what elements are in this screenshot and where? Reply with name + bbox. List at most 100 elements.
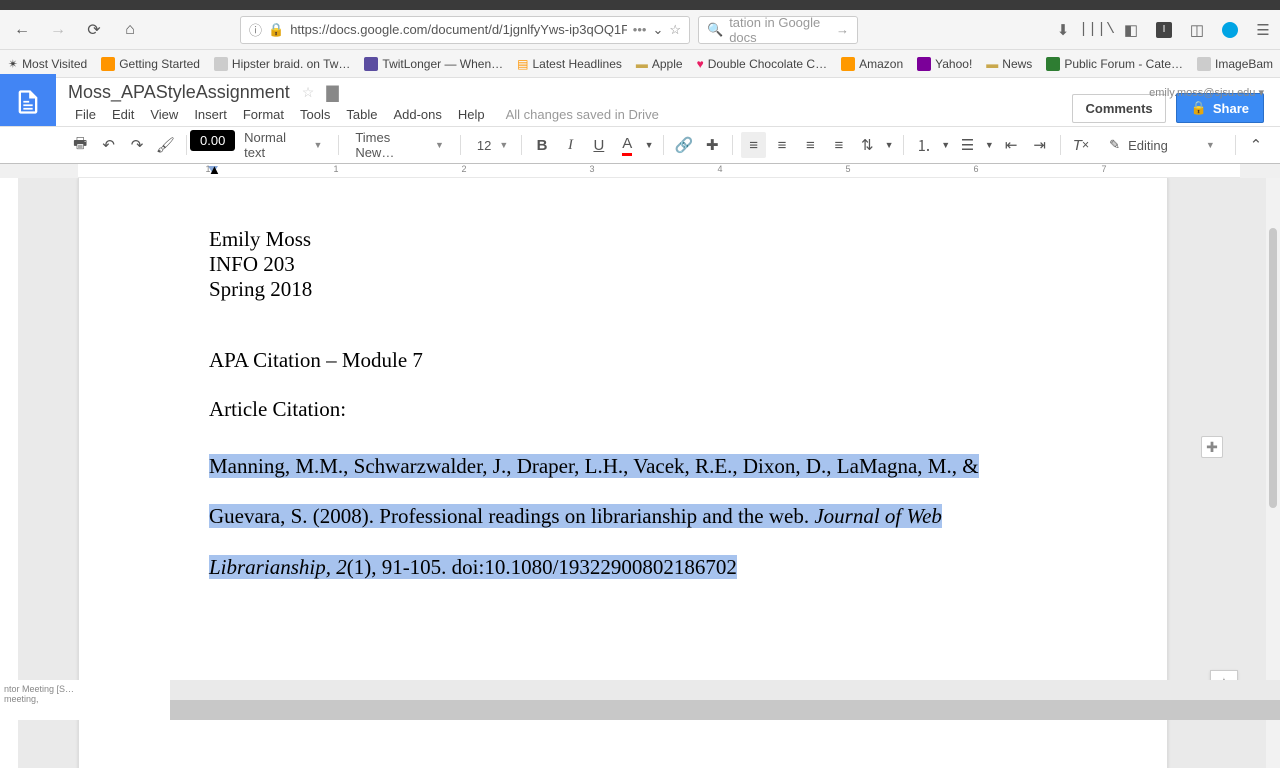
increase-indent-icon[interactable]: ⇥ bbox=[1027, 132, 1051, 158]
bookmark-item[interactable]: Hipster braid. on Tw… bbox=[214, 57, 351, 71]
ruler-mark: 1 bbox=[205, 164, 210, 174]
bookmark-item[interactable]: Getting Started bbox=[101, 57, 200, 71]
align-center-icon[interactable]: ≡ bbox=[770, 132, 794, 158]
docs-logo[interactable] bbox=[0, 74, 56, 130]
menu-addons[interactable]: Add-ons bbox=[386, 105, 448, 124]
text-line[interactable]: INFO 203 bbox=[209, 253, 1037, 276]
arrow-right-icon: → bbox=[836, 22, 849, 37]
ruler-mark: 2 bbox=[461, 164, 466, 174]
folder-icon[interactable]: ▇ bbox=[326, 83, 338, 103]
print-icon[interactable]: 🖶 bbox=[68, 132, 92, 158]
ellipsis-icon[interactable]: ••• bbox=[633, 22, 647, 37]
bookmark-item[interactable]: ♥Double Chocolate C… bbox=[697, 57, 828, 71]
onepassword-icon[interactable]: I bbox=[1156, 22, 1172, 38]
extension-icon[interactable] bbox=[1222, 22, 1238, 38]
comment-icon[interactable]: ✚ bbox=[700, 132, 724, 158]
add-comment-button[interactable]: ✚ bbox=[1201, 436, 1223, 458]
menu-view[interactable]: View bbox=[143, 105, 185, 124]
bulleted-list-icon[interactable]: ☰ bbox=[955, 132, 979, 158]
bookmark-item[interactable]: Public Forum - Cate… bbox=[1046, 57, 1183, 71]
download-icon[interactable]: ⬇ bbox=[1054, 21, 1072, 39]
caret-down-icon[interactable]: ▼ bbox=[984, 132, 995, 158]
menu-insert[interactable]: Insert bbox=[187, 105, 234, 124]
heart-icon: ♥ bbox=[697, 57, 704, 71]
italic-icon[interactable]: I bbox=[558, 132, 582, 158]
clear-formatting-icon[interactable]: T× bbox=[1069, 132, 1093, 158]
docs-header: Moss_APAStyleAssignment ☆ ▇ File Edit Vi… bbox=[0, 78, 1280, 126]
menu-icon[interactable]: ☰ bbox=[1254, 21, 1272, 39]
reload-button[interactable]: ⟳ bbox=[80, 16, 108, 44]
text-line[interactable]: Emily Moss bbox=[209, 228, 1037, 251]
bookmark-item[interactable]: ▬News bbox=[986, 57, 1032, 71]
url-bar[interactable]: ⓘ 🔒 https://docs.google.com/document/d/1… bbox=[240, 16, 690, 44]
text-subheading[interactable]: Article Citation: bbox=[209, 398, 1037, 421]
pocket-icon[interactable]: ⌄ bbox=[652, 22, 663, 38]
selected-text[interactable]: Librarianship, 2(1), 91-105. doi:10.1080… bbox=[209, 555, 737, 579]
ruler[interactable]: 1 1 2 3 4 5 6 7 bbox=[78, 164, 1240, 178]
library-icon[interactable]: |||\ bbox=[1088, 21, 1106, 39]
user-email[interactable]: emily.moss@sjsu.edu ▾ bbox=[1149, 86, 1264, 99]
search-box[interactable]: 🔍 tation in Google docs → bbox=[698, 16, 858, 44]
selected-text[interactable]: Guevara, S. (2008). Professional reading… bbox=[209, 504, 942, 528]
document-title[interactable]: Moss_APAStyleAssignment bbox=[68, 82, 290, 103]
line-spacing-icon[interactable]: ⇅ bbox=[855, 132, 879, 158]
forward-button[interactable]: → bbox=[44, 16, 72, 44]
editing-mode-dropdown[interactable]: ✎ Editing ▼ bbox=[1097, 132, 1227, 158]
align-left-icon[interactable]: ≡ bbox=[741, 132, 765, 158]
bookmark-item[interactable]: TwitLonger — When… bbox=[364, 57, 503, 71]
paragraph-style-dropdown[interactable]: Normal text▼ bbox=[236, 132, 330, 158]
paint-format-icon[interactable]: 🖌 bbox=[153, 132, 177, 158]
star-icon[interactable]: ☆ bbox=[669, 22, 681, 38]
favicon bbox=[1046, 57, 1060, 71]
underline-icon[interactable]: U bbox=[587, 132, 611, 158]
amazon-icon bbox=[841, 57, 855, 71]
search-icon: 🔍 bbox=[707, 22, 723, 38]
ruler-mark: 7 bbox=[1101, 164, 1106, 174]
window-icon[interactable]: ◫ bbox=[1188, 21, 1206, 39]
caret-down-icon[interactable]: ▼ bbox=[643, 132, 654, 158]
firefox-icon bbox=[101, 57, 115, 71]
align-right-icon[interactable]: ≡ bbox=[798, 132, 822, 158]
link-icon[interactable]: 🔗 bbox=[672, 132, 696, 158]
menu-file[interactable]: File bbox=[68, 105, 103, 124]
bookmark-item[interactable]: ▤Latest Headlines bbox=[517, 57, 622, 71]
redo-icon[interactable]: ↷ bbox=[125, 132, 149, 158]
menu-help[interactable]: Help bbox=[451, 105, 492, 124]
ruler-mark: 6 bbox=[973, 164, 978, 174]
bookmark-item[interactable]: Yahoo! bbox=[917, 57, 972, 71]
text-color-icon[interactable]: A bbox=[615, 132, 639, 158]
decrease-indent-icon[interactable]: ⇤ bbox=[999, 132, 1023, 158]
separator bbox=[903, 135, 904, 155]
bookmark-item[interactable]: ImageBam bbox=[1197, 57, 1273, 71]
scroll-thumb[interactable] bbox=[1269, 228, 1277, 508]
bold-icon[interactable]: B bbox=[530, 132, 554, 158]
star-icon[interactable]: ☆ bbox=[302, 84, 315, 101]
menu-edit[interactable]: Edit bbox=[105, 105, 141, 124]
bookmark-item[interactable]: Amazon bbox=[841, 57, 903, 71]
menu-format[interactable]: Format bbox=[236, 105, 291, 124]
bookmark-item[interactable]: ▬Apple bbox=[636, 57, 683, 71]
collapse-toolbar-icon[interactable]: ⌃ bbox=[1244, 132, 1268, 158]
undo-icon[interactable]: ↶ bbox=[96, 132, 120, 158]
back-button[interactable]: ← bbox=[8, 16, 36, 44]
caret-down-icon[interactable]: ▼ bbox=[883, 132, 894, 158]
ruler-mark: 5 bbox=[845, 164, 850, 174]
pencil-icon: ✎ bbox=[1109, 137, 1120, 153]
bookmark-item[interactable]: ✴Most Visited bbox=[8, 57, 87, 71]
browser-toolbar: ← → ⟳ ⌂ ⓘ 🔒 https://docs.google.com/docu… bbox=[0, 10, 1280, 50]
caret-down-icon[interactable]: ▼ bbox=[940, 132, 951, 158]
numbered-list-icon[interactable]: ⒈ bbox=[912, 132, 936, 158]
menu-tools[interactable]: Tools bbox=[293, 105, 337, 124]
selected-text[interactable]: Manning, M.M., Schwarzwalder, J., Draper… bbox=[209, 454, 979, 478]
text-heading[interactable]: APA Citation – Module 7 bbox=[209, 349, 1037, 372]
text-line[interactable]: Spring 2018 bbox=[209, 278, 1037, 301]
citation-block[interactable]: Manning, M.M., Schwarzwalder, J., Draper… bbox=[209, 441, 1037, 592]
font-dropdown[interactable]: Times New…▼ bbox=[347, 132, 452, 158]
menu-table[interactable]: Table bbox=[339, 105, 384, 124]
font-size-dropdown[interactable]: 12▼ bbox=[469, 132, 513, 158]
align-justify-icon[interactable]: ≡ bbox=[827, 132, 851, 158]
home-button[interactable]: ⌂ bbox=[116, 16, 144, 44]
sidebar-icon[interactable]: ◧ bbox=[1122, 21, 1140, 39]
folder-icon: ▬ bbox=[636, 57, 648, 71]
favicon bbox=[1197, 57, 1211, 71]
